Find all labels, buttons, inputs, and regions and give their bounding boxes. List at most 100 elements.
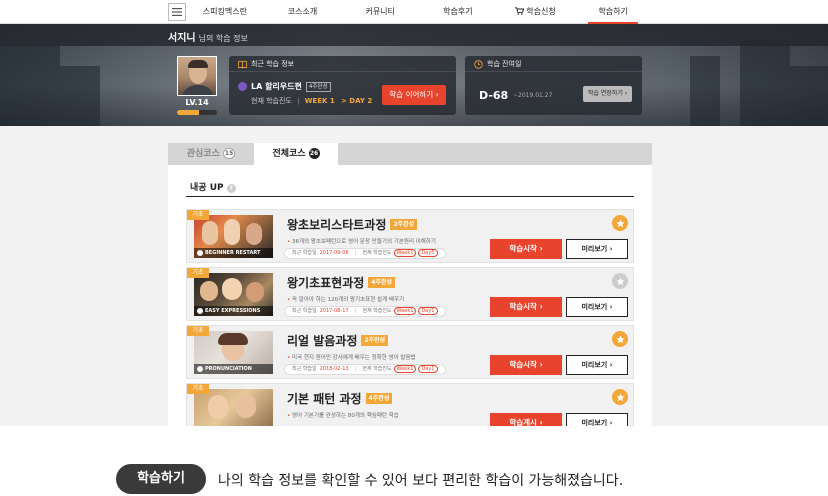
course-tabs: 관심코스 15 전체코스 26 (168, 143, 652, 165)
remaining-days-card: 학습 잔여일 D-68 ~2019.01.27 학습 연장하기 › (465, 56, 642, 115)
course-meta: 최근 학습일 2017-08-17 | 현재 학습진도 Week1 Day1 (284, 306, 446, 317)
star-icon (615, 334, 625, 343)
course-duration-badge: 4주완성 (368, 277, 396, 288)
level-tag: 기초 (187, 210, 209, 220)
recent-date-value: 2018-02-13 (319, 366, 349, 372)
hamburger-menu-button[interactable] (168, 3, 186, 21)
recent-book-tag: 4주완성 (305, 81, 331, 92)
progress-week: Week1 (393, 365, 417, 373)
preview-button[interactable]: 미리보기 › (566, 355, 628, 375)
nav-item-community[interactable]: 커뮤니티 (341, 0, 419, 24)
course-title-text: 기본 패턴 과정 (287, 392, 362, 406)
dday-value: D-68 (479, 89, 509, 102)
course-title: 기본 패턴 과정 4주완성 (287, 390, 393, 407)
hero-title-bar (0, 24, 828, 46)
extend-study-label: 학습 연장하기 (587, 90, 623, 97)
tab-all-courses[interactable]: 전체코스 26 (254, 143, 338, 165)
favorite-star-button[interactable] (612, 215, 628, 231)
start-study-label: 학습계시 (509, 418, 537, 426)
current-progress-label: 현재 학습진도 (362, 366, 392, 372)
start-study-button[interactable]: 학습시작 › (490, 355, 562, 375)
recent-study-heading: 최근 학습 정보 (229, 56, 456, 72)
book-icon (238, 60, 247, 69)
tab-favorite-count: 15 (222, 148, 236, 159)
nav-item-courses[interactable]: 코스소개 (264, 0, 342, 24)
course-title: 왕기초표현과정 4주완성 (287, 274, 396, 291)
preview-label: 미리보기 (581, 245, 608, 253)
preview-button[interactable]: 미리보기 › (566, 297, 628, 317)
preview-label: 미리보기 (581, 303, 608, 311)
extend-study-button[interactable]: 학습 연장하기 › (583, 86, 632, 102)
recent-date-value: 2017-08-17 (319, 308, 349, 314)
thumbnail-caption: PRONUNCIATION (194, 364, 273, 374)
recent-date-label: 최근 학습일 (292, 250, 317, 256)
star-icon (615, 218, 625, 227)
course-title-text: 왕초보리스타트과정 (287, 218, 387, 232)
favorite-star-button[interactable] (612, 331, 628, 347)
course-thumbnail[interactable]: PRONUNCIATION (194, 331, 273, 374)
star-icon (615, 392, 625, 401)
course-meta: 최근 학습일 2017-09-06 | 현재 학습진도 Week1 Day5 (284, 248, 446, 259)
start-study-label: 학습시작 (509, 360, 537, 369)
nav-item-study[interactable]: 학습하기 (574, 0, 652, 24)
favorite-star-button[interactable] (612, 389, 628, 405)
course-item: BEGINNER RESTART 기초 왕초보리스타트과정2주완성 36개의 왕… (186, 209, 634, 263)
recent-date-label: 최근 학습일 (292, 308, 317, 314)
nav-item-apply-label: 학습신청 (526, 7, 556, 16)
nav-item-about[interactable]: 스피킹맥스란 (186, 0, 264, 24)
hero-title: 서지니 님의 학습 정보 (168, 29, 248, 44)
course-thumbnail[interactable]: EASY EXPRESSIONS (194, 273, 273, 316)
tab-all-label: 전체코스 (272, 149, 306, 159)
favorite-star-button[interactable] (612, 273, 628, 289)
section-divider (186, 196, 634, 197)
start-study-button[interactable]: 학습시작 › (490, 297, 562, 317)
continue-study-button[interactable]: 학습 이어하기 › (382, 85, 446, 105)
course-description: 미국 현지 원어민 강사에게 배우는 정확한 영어 발음법 (287, 353, 416, 361)
hero-title-suffix: 님의 학습 정보 (198, 34, 248, 43)
course-thumbnail[interactable]: BEGINNER RESTART (194, 215, 273, 258)
progress-day: Day5 (418, 249, 438, 257)
cart-icon (515, 7, 525, 15)
recent-study-heading-text: 최근 학습 정보 (251, 60, 295, 68)
recent-study-card: 최근 학습 정보 LA 할리우드편 4주완성 현재 학습진도 | WEEK 1 … (229, 56, 456, 115)
preview-button[interactable]: 미리보기 › (566, 413, 628, 426)
start-study-button[interactable]: 학습시작 › (490, 239, 562, 259)
hamburger-icon (172, 8, 182, 16)
clock-icon (474, 60, 483, 69)
course-title-text: 리얼 발음과정 (287, 334, 358, 348)
nav-item-apply[interactable]: 학습신청 (497, 0, 575, 24)
course-description: 36개의 왕초보패턴으로 영어 문장 만들기의 기본원리 이해하기 (287, 237, 436, 245)
start-study-label: 학습시작 (509, 244, 537, 253)
tab-favorite-label: 관심코스 (186, 149, 220, 159)
help-icon[interactable]: ? (226, 184, 236, 193)
preview-button[interactable]: 미리보기 › (566, 239, 628, 259)
section-title-text: 내공 UP (190, 183, 224, 193)
progress-day: Day1 (418, 365, 438, 373)
course-duration-badge: 2주완성 (361, 335, 389, 346)
tab-favorite-courses[interactable]: 관심코스 15 (168, 143, 254, 165)
level-progress-bar (177, 110, 217, 115)
nav-item-reviews[interactable]: 학습후기 (419, 0, 497, 24)
recent-book: LA 할리우드편 4주완성 (238, 81, 331, 92)
level-label: LV.14 (185, 98, 209, 107)
remaining-days-heading: 학습 잔여일 (465, 56, 642, 72)
thumbnail-caption: BEGINNER RESTART (194, 248, 273, 258)
top-nav: 스피킹맥스란 코스소개 커뮤니티 학습후기 학습신청 학습하기 (0, 0, 828, 24)
course-thumbnail[interactable] (194, 389, 273, 426)
current-progress-label: 현재 학습진도 (362, 308, 392, 314)
feature-caption: 나의 학습 정보를 확인할 수 있어 보다 편리한 학습이 가능해졌습니다. (218, 473, 624, 489)
recent-date-value: 2017-09-06 (319, 250, 349, 256)
recent-progress-day: DAY 2 (349, 97, 373, 105)
thumbnail-caption: EASY EXPRESSIONS (194, 306, 273, 316)
start-study-button[interactable]: 학습계시 › (490, 413, 562, 426)
recent-book-title: LA 할리우드편 (251, 82, 302, 91)
progress-week: Week1 (393, 307, 417, 315)
course-item: PRONUNCIATION 기초 리얼 발음과정2주완성 미국 현지 원어민 강… (186, 325, 634, 379)
course-item: EASY EXPRESSIONS 기초 왕기초표현과정4주완성 꼭 알아야 하는… (186, 267, 634, 321)
current-progress-label: 현재 학습진도 (362, 250, 392, 256)
preview-label: 미리보기 (581, 361, 608, 369)
course-title: 왕초보리스타트과정 2주완성 (287, 216, 418, 233)
recent-progress-label: 현재 학습진도 (251, 97, 292, 105)
course-panel: 내공 UP? BEGINNER RESTART 기초 왕초보리스타트과정 2주완성… (168, 165, 652, 426)
course-title-text: 왕기초표현과정 (287, 276, 365, 290)
